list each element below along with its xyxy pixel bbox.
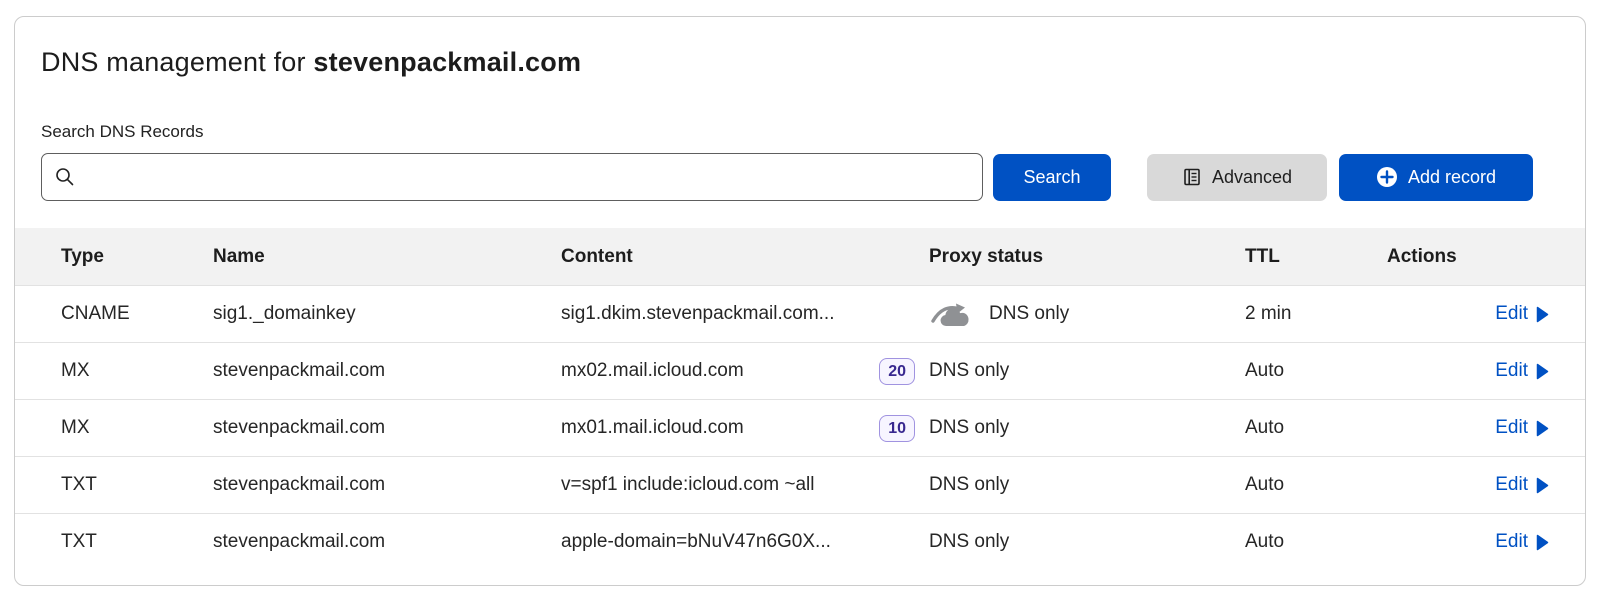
record-content: mx01.mail.icloud.com 10 [561, 415, 929, 442]
record-type: MX [61, 360, 213, 382]
proxy-status-cell: DNS only [929, 474, 1245, 496]
table-row: CNAME sig1._domainkey sig1.dkim.stevenpa… [15, 285, 1585, 342]
right-triangle-icon [1536, 420, 1549, 437]
record-ttl: Auto [1245, 360, 1387, 382]
record-name: stevenpackmail.com [213, 531, 561, 553]
mx-priority-badge: 20 [879, 358, 915, 385]
table-header-row: Type Name Content Proxy status TTL Actio… [15, 228, 1585, 285]
cloud-dns-only-icon [929, 300, 975, 328]
search-box[interactable] [41, 153, 983, 201]
mx-priority-badge: 10 [879, 415, 915, 442]
plus-circle-icon [1376, 166, 1398, 188]
record-name: stevenpackmail.com [213, 417, 561, 439]
record-ttl: Auto [1245, 474, 1387, 496]
proxy-status-cell: DNS only [929, 417, 1245, 439]
table-row: TXT stevenpackmail.com v=spf1 include:ic… [15, 456, 1585, 513]
record-content: mx02.mail.icloud.com 20 [561, 358, 929, 385]
record-type: TXT [61, 531, 213, 553]
record-actions: Edit [1387, 360, 1585, 382]
edit-link[interactable]: Edit [1495, 303, 1549, 325]
header-actions: Actions [1387, 246, 1585, 268]
advanced-button-label: Advanced [1212, 167, 1292, 188]
list-document-icon [1182, 167, 1202, 187]
record-content-text: v=spf1 include:icloud.com ~all [561, 474, 814, 496]
table-row: MX stevenpackmail.com mx02.mail.icloud.c… [15, 342, 1585, 399]
advanced-button[interactable]: Advanced [1147, 154, 1327, 201]
right-triangle-icon [1536, 534, 1549, 551]
header-ttl: TTL [1245, 246, 1387, 268]
right-triangle-icon [1536, 306, 1549, 323]
record-type: CNAME [61, 303, 213, 325]
page-title: DNS management for stevenpackmail.com [41, 47, 1559, 78]
record-ttl: Auto [1245, 531, 1387, 553]
record-content-text: apple-domain=bNuV47n6G0X... [561, 531, 831, 553]
add-record-button[interactable]: Add record [1339, 154, 1533, 201]
edit-link[interactable]: Edit [1495, 417, 1549, 439]
record-actions: Edit [1387, 417, 1585, 439]
add-record-button-label: Add record [1408, 167, 1496, 188]
edit-link[interactable]: Edit [1495, 360, 1549, 382]
table-row: TXT stevenpackmail.com apple-domain=bNuV… [15, 513, 1585, 570]
search-label: Search DNS Records [41, 122, 1559, 142]
edit-link-label: Edit [1495, 417, 1528, 439]
page-title-domain: stevenpackmail.com [313, 47, 581, 77]
edit-link-label: Edit [1495, 360, 1528, 382]
magnifier-icon [54, 166, 76, 188]
proxy-status-cell: DNS only [929, 360, 1245, 382]
proxy-status-cell: DNS only [929, 531, 1245, 553]
proxy-status-text: DNS only [929, 417, 1009, 439]
table-body: CNAME sig1._domainkey sig1.dkim.stevenpa… [15, 285, 1585, 570]
record-content-text: mx02.mail.icloud.com [561, 360, 744, 382]
record-type: TXT [61, 474, 213, 496]
edit-link[interactable]: Edit [1495, 474, 1549, 496]
record-name: stevenpackmail.com [213, 360, 561, 382]
header-name: Name [213, 246, 561, 268]
record-actions: Edit [1387, 303, 1585, 325]
record-content: sig1.dkim.stevenpackmail.com... [561, 303, 929, 325]
table-row: MX stevenpackmail.com mx01.mail.icloud.c… [15, 399, 1585, 456]
proxy-status-text: DNS only [929, 360, 1009, 382]
right-triangle-icon [1536, 363, 1549, 380]
page-title-prefix: DNS management for [41, 47, 313, 77]
header-proxy-status: Proxy status [929, 246, 1245, 268]
record-name: sig1._domainkey [213, 303, 561, 325]
card-top-section: DNS management for stevenpackmail.com Se… [15, 17, 1585, 201]
record-content-text: mx01.mail.icloud.com [561, 417, 744, 439]
record-ttl: Auto [1245, 417, 1387, 439]
edit-link-label: Edit [1495, 531, 1528, 553]
record-content: v=spf1 include:icloud.com ~all [561, 474, 929, 496]
record-name: stevenpackmail.com [213, 474, 561, 496]
record-actions: Edit [1387, 474, 1585, 496]
edit-link-label: Edit [1495, 303, 1528, 325]
header-type: Type [61, 246, 213, 268]
controls-row: Search Advanced Add record [41, 153, 1559, 201]
record-content-text: sig1.dkim.stevenpackmail.com... [561, 303, 835, 325]
proxy-status-text: DNS only [929, 531, 1009, 553]
right-triangle-icon [1536, 477, 1549, 494]
record-actions: Edit [1387, 531, 1585, 553]
search-input[interactable] [84, 154, 970, 200]
search-button[interactable]: Search [993, 154, 1111, 201]
proxy-status-text: DNS only [929, 474, 1009, 496]
record-ttl: 2 min [1245, 303, 1387, 325]
edit-link[interactable]: Edit [1495, 531, 1549, 553]
edit-link-label: Edit [1495, 474, 1528, 496]
proxy-status-text: DNS only [989, 303, 1069, 325]
record-type: MX [61, 417, 213, 439]
dns-records-table: Type Name Content Proxy status TTL Actio… [15, 228, 1585, 570]
record-content: apple-domain=bNuV47n6G0X... [561, 531, 929, 553]
dns-management-card: DNS management for stevenpackmail.com Se… [14, 16, 1586, 586]
header-content: Content [561, 246, 929, 268]
proxy-status-cell: DNS only [929, 300, 1245, 328]
